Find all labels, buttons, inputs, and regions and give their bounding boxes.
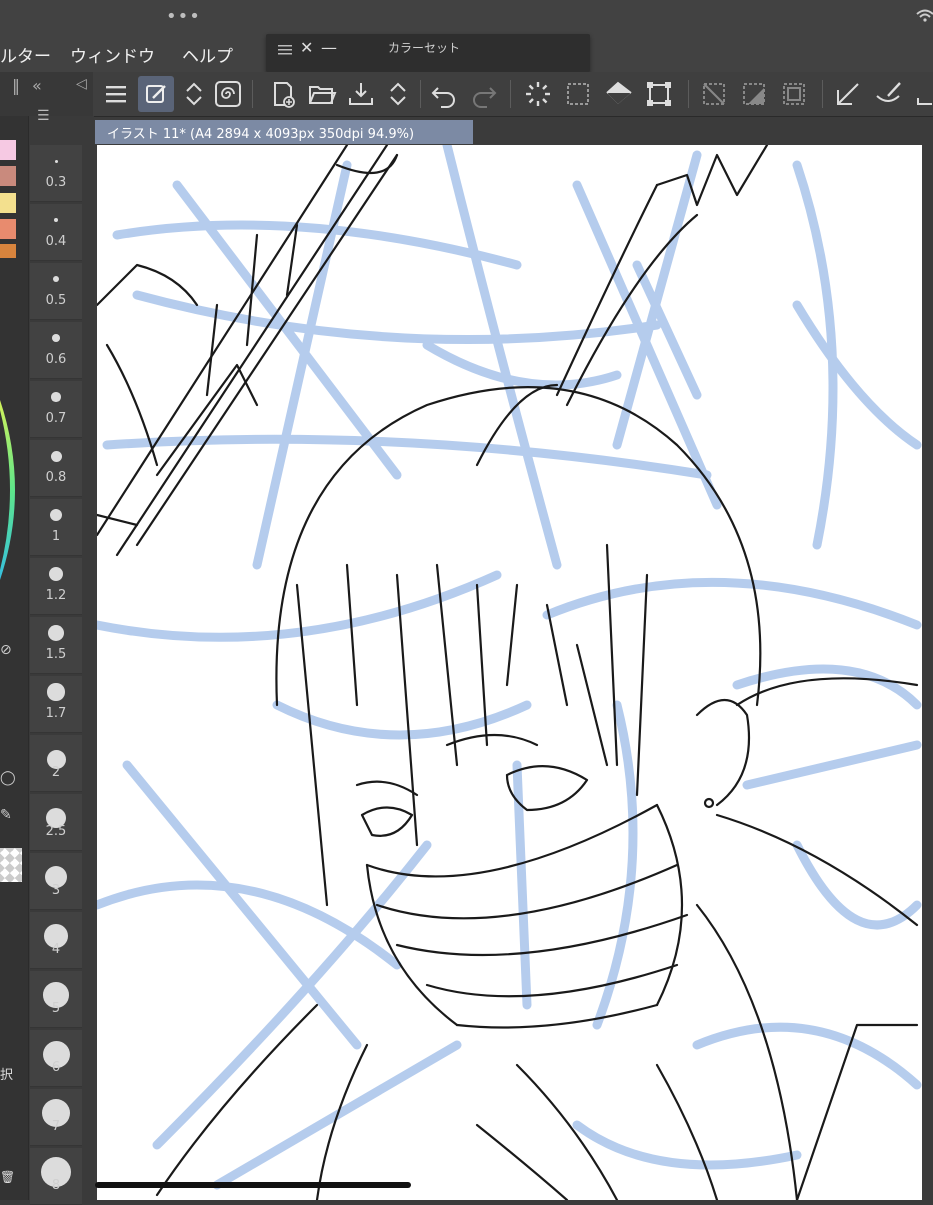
brush-size-item[interactable]: 7 — [30, 1089, 82, 1146]
color-swatch[interactable] — [0, 219, 16, 239]
brush-size-dot-icon — [50, 450, 62, 462]
brush-size-label: 0.4 — [45, 234, 67, 249]
deselect-icon[interactable] — [696, 76, 732, 112]
brush-size-item[interactable]: 0.7 — [30, 381, 82, 438]
edit-mode-icon[interactable] — [138, 76, 174, 112]
collapse-left-icon[interactable]: « — [32, 76, 42, 95]
color-wheel[interactable] — [0, 400, 22, 580]
brush-size-label: 0.7 — [45, 411, 67, 426]
brush-size-label: 6 — [51, 1060, 61, 1075]
brush-size-dot-icon — [47, 683, 65, 701]
brush-size-item[interactable]: 0.6 — [30, 322, 82, 379]
brush-size-label: 1.2 — [45, 588, 67, 603]
brush-size-item[interactable]: 1 — [30, 499, 82, 556]
brush-size-dot-icon — [48, 625, 64, 641]
brush-size-label: 3 — [51, 883, 61, 898]
select-all-icon[interactable] — [560, 76, 596, 112]
minimize-icon[interactable]: — — [321, 38, 337, 57]
undo-icon[interactable] — [426, 76, 462, 112]
menu-icon[interactable] — [98, 76, 134, 112]
brush-size-dot-icon — [52, 275, 60, 283]
color-swatch[interactable] — [0, 166, 16, 186]
brush-size-label: 1.5 — [45, 647, 67, 662]
brush-size-label: 2 — [51, 765, 61, 780]
trash-icon[interactable]: 🗑 — [0, 1170, 15, 1184]
brush-size-item[interactable]: 8 — [30, 1148, 82, 1205]
menu-help[interactable]: ヘルプ — [182, 42, 233, 67]
brush-size-dot-icon — [51, 392, 61, 402]
ruler-icon[interactable] — [830, 76, 866, 112]
brush-size-label: 4 — [51, 942, 61, 957]
color-swatch[interactable] — [0, 193, 16, 213]
close-icon[interactable]: ✕ — [300, 38, 313, 57]
brush-size-item[interactable]: 2 — [30, 735, 82, 792]
menu-window[interactable]: ウィンドウ — [70, 42, 155, 67]
new-canvas-icon[interactable] — [265, 76, 301, 112]
panel-divider — [84, 116, 94, 1200]
invert-selection-icon[interactable] — [736, 76, 772, 112]
canvas-tab-title: イラスト 11* (A4 2894 x 4093px 350dpi 94.9%) — [107, 127, 415, 142]
color-swatch[interactable] — [0, 244, 16, 258]
brush-size-dot-icon — [53, 217, 59, 223]
layer-icon[interactable] — [912, 76, 933, 112]
settings-icon[interactable]: ⊘ — [0, 642, 12, 658]
brush-size-label: 1.7 — [45, 706, 67, 721]
brush-icon[interactable] — [870, 76, 906, 112]
brush-size-item[interactable]: 2.5 — [30, 794, 82, 851]
up-down-arrows-icon[interactable] — [380, 76, 416, 112]
brush-size-item[interactable]: 0.3 — [30, 145, 82, 202]
palette-menu-icon[interactable]: ☰ — [37, 108, 50, 124]
brush-size-label: 1 — [51, 529, 61, 544]
brush-size-label: 8 — [51, 1178, 61, 1193]
brush-size-label: 2.5 — [45, 824, 67, 839]
brush-size-label: 7 — [51, 1119, 61, 1134]
brush-size-item[interactable]: 3 — [30, 853, 82, 910]
brush-size-item[interactable]: 1.5 — [30, 617, 82, 674]
ellipse-icon[interactable]: ◯ — [0, 770, 16, 786]
redo-icon[interactable] — [466, 76, 502, 112]
open-folder-icon[interactable] — [304, 76, 340, 112]
brush-size-item[interactable]: 0.8 — [30, 440, 82, 497]
wifi-icon — [916, 8, 933, 27]
brush-size-item[interactable]: 6 — [30, 1030, 82, 1087]
menu-filter[interactable]: ルター — [0, 42, 51, 67]
brush-size-dot-icon — [52, 334, 60, 342]
save-icon[interactable] — [343, 76, 379, 112]
eyedropper-icon[interactable]: ✎ — [0, 807, 12, 823]
brush-size-dot-icon — [49, 508, 63, 522]
spiral-icon[interactable] — [210, 76, 246, 112]
transform-icon[interactable] — [641, 76, 677, 112]
palette-menu-icon[interactable] — [278, 41, 292, 60]
sketch-artwork — [97, 145, 922, 1200]
color-swatch[interactable] — [0, 140, 16, 160]
multitask-dots-icon[interactable]: ••• — [166, 6, 201, 27]
palette-title: カラーセット — [388, 41, 461, 55]
transparent-color-icon[interactable] — [0, 848, 22, 882]
loading-icon[interactable] — [520, 76, 556, 112]
brush-size-item[interactable]: 0.5 — [30, 263, 82, 320]
brush-size-item[interactable]: 4 — [30, 912, 82, 969]
color-swatch-column — [0, 116, 28, 1200]
brush-size-item[interactable]: 1.2 — [30, 558, 82, 615]
brush-size-item[interactable]: 1.7 — [30, 676, 82, 733]
brush-size-dot-icon — [48, 566, 64, 582]
fill-icon[interactable] — [601, 76, 637, 112]
brush-size-item[interactable]: 0.4 — [30, 204, 82, 261]
drawing-canvas[interactable] — [97, 145, 922, 1200]
selection-label[interactable]: 択 — [0, 1064, 13, 1083]
brush-size-label: 0.6 — [45, 352, 67, 367]
brush-size-item[interactable]: 5 — [30, 971, 82, 1028]
brush-size-label: 0.5 — [45, 293, 67, 308]
up-down-arrows-icon[interactable] — [176, 76, 212, 112]
brush-size-label: 0.8 — [45, 470, 67, 485]
brush-size-label: 5 — [51, 1001, 61, 1016]
panel-grip-icon[interactable]: ‖ — [12, 76, 20, 95]
brush-size-dot-icon — [54, 159, 58, 163]
home-indicator — [95, 1182, 411, 1188]
border-icon[interactable] — [776, 76, 812, 112]
status-bar — [0, 0, 933, 34]
brush-size-label: 0.3 — [45, 175, 67, 190]
collapse-panel-icon[interactable]: ◁ — [76, 76, 87, 92]
